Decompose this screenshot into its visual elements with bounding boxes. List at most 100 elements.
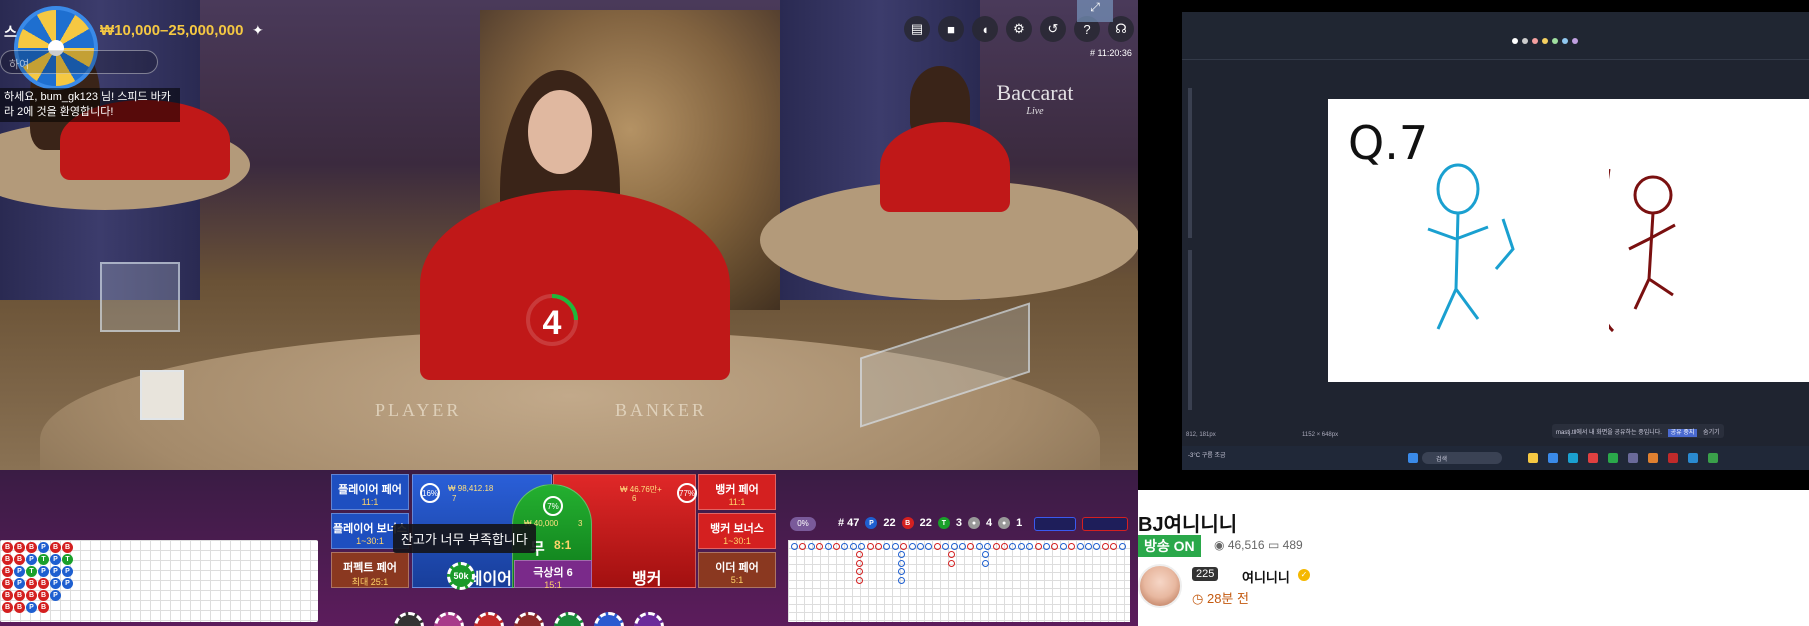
taskbar-app-icon-10[interactable] bbox=[1708, 453, 1718, 463]
banker-pair-bet[interactable]: 뱅커 페어 11:1 bbox=[698, 474, 776, 510]
road-ring bbox=[856, 568, 863, 576]
logo-text: Baccarat bbox=[996, 80, 1074, 105]
avatar[interactable] bbox=[1138, 564, 1182, 608]
comment-icon: ▭ bbox=[1268, 538, 1283, 552]
swatch-yellow[interactable] bbox=[1542, 38, 1548, 44]
volume-icon[interactable]: ◖ bbox=[972, 16, 998, 42]
chip-undo[interactable] bbox=[394, 612, 424, 626]
chip-5[interactable] bbox=[594, 612, 624, 626]
taskbar-app-icon-4[interactable] bbox=[1588, 453, 1598, 463]
selected-chip[interactable]: 50k bbox=[447, 562, 475, 590]
taskbar-app-icon-2[interactable] bbox=[1548, 453, 1558, 463]
swatch-blue[interactable] bbox=[1562, 38, 1568, 44]
road-ring bbox=[948, 551, 955, 559]
bead-road-cell: B bbox=[14, 554, 25, 565]
either-pair-label: 이더 페어 bbox=[715, 562, 759, 574]
road-ring bbox=[883, 543, 891, 550]
bead-road-cell: B bbox=[62, 542, 73, 553]
taskbar-app-icon-7[interactable] bbox=[1648, 453, 1658, 463]
card-shoe-left bbox=[100, 262, 180, 332]
road-ring bbox=[1034, 543, 1042, 550]
bead-road-cell: P bbox=[14, 578, 25, 589]
paint-canvas[interactable]: Q.7 bbox=[1328, 99, 1609, 382]
bead-road-cell bbox=[74, 578, 86, 590]
road-ring bbox=[1026, 543, 1034, 550]
bead-road-cell: P bbox=[62, 578, 73, 589]
taskbar-app-icon-1[interactable] bbox=[1528, 453, 1538, 463]
pin-icon[interactable]: ✦ bbox=[252, 22, 264, 39]
live-badge: 방송 ON bbox=[1138, 535, 1201, 557]
taskbar-app-icon-5[interactable] bbox=[1608, 453, 1618, 463]
swatch-green[interactable] bbox=[1552, 38, 1558, 44]
bet-limits: ₩10,000–25,000,000 bbox=[100, 22, 244, 39]
table-title: 스 bbox=[4, 24, 17, 40]
either-pair-bet[interactable]: 이더 페어 5:1 bbox=[698, 552, 776, 588]
swatch-pink[interactable] bbox=[1532, 38, 1538, 44]
taskbar-app-icon-8[interactable] bbox=[1668, 453, 1678, 463]
bead-road-cell: B bbox=[2, 542, 13, 553]
player-count: 7 bbox=[452, 494, 457, 503]
windows-taskbar: -3°C 구름 조금 검색 bbox=[1182, 446, 1809, 470]
player-amount: ₩ 98,412.18 bbox=[448, 484, 494, 493]
game-clock: # 11:20:36 bbox=[1090, 48, 1132, 58]
banker-bonus-bet[interactable]: 뱅커 보너스 1~30:1 bbox=[698, 513, 776, 549]
tie-count-icon: T bbox=[937, 517, 950, 529]
bead-road-cell: B bbox=[2, 554, 13, 565]
chat-icon[interactable]: ▤ bbox=[904, 16, 930, 42]
road-ring bbox=[1110, 543, 1118, 550]
player-pct: 16% bbox=[420, 483, 440, 503]
big-road bbox=[788, 540, 1130, 622]
bonus-wheel-icon[interactable] bbox=[14, 6, 98, 90]
taskbar-app-icon-6[interactable] bbox=[1628, 453, 1638, 463]
swatch-purple[interactable] bbox=[1572, 38, 1578, 44]
banker-bonus-odds: 1~30:1 bbox=[723, 536, 751, 546]
road-ring bbox=[982, 551, 989, 559]
paint-app: Q.7 mastj.tll에서 내 화면을 공유하는 중입니다. 공유 중지 숨… bbox=[1182, 12, 1809, 470]
taskbar-app-icon-9[interactable] bbox=[1688, 453, 1698, 463]
expand-icon[interactable]: ⤢ bbox=[1077, 0, 1113, 22]
zoom-slider[interactable] bbox=[1188, 88, 1192, 238]
road-ring bbox=[824, 543, 832, 550]
perfect-pair-bet[interactable]: 퍼펙트 페어 최대 25:1 bbox=[331, 552, 409, 588]
camera-icon[interactable]: ■ bbox=[938, 16, 964, 42]
perfect-pair-odds: 최대 25:1 bbox=[351, 577, 389, 587]
player-predict-button[interactable] bbox=[1034, 517, 1076, 531]
stats-pct: 0% bbox=[790, 517, 816, 531]
gear-icon[interactable]: ⚙ bbox=[1006, 16, 1032, 42]
super6-bet[interactable]: 극상의 6 15:1 bbox=[514, 560, 592, 590]
logo-sub: Live bbox=[1026, 106, 1044, 117]
chip-2[interactable] bbox=[474, 612, 504, 626]
size-slider[interactable] bbox=[1188, 250, 1192, 410]
stats-tie: 3 bbox=[955, 517, 963, 529]
baccarat-live-logo: Baccarat Live bbox=[990, 80, 1080, 117]
bead-road-cell bbox=[50, 602, 62, 614]
road-ring bbox=[1101, 543, 1109, 550]
swatch-white[interactable] bbox=[1512, 38, 1518, 44]
swatch-gray[interactable] bbox=[1522, 38, 1528, 44]
road-ring bbox=[917, 543, 924, 550]
chip-1[interactable] bbox=[434, 612, 464, 626]
road-ring bbox=[1059, 543, 1067, 550]
bead-road-cell: P bbox=[26, 602, 37, 613]
taskbar-search[interactable]: 검색 bbox=[1422, 452, 1502, 464]
player-pair-bet[interactable]: 플레이어 페어 11:1 bbox=[331, 474, 409, 510]
chip-4[interactable] bbox=[554, 612, 584, 626]
banker-pair-odds: 11:1 bbox=[728, 497, 746, 507]
chip-3[interactable] bbox=[514, 612, 544, 626]
history-icon[interactable]: ↺ bbox=[1040, 16, 1066, 42]
road-ring bbox=[925, 543, 933, 550]
road-ring bbox=[866, 543, 874, 550]
chat-input[interactable]: 하여 bbox=[0, 50, 158, 74]
streamer-title[interactable]: BJ여니니니 bbox=[1138, 508, 1237, 537]
taskbar-app-icon-3[interactable] bbox=[1568, 453, 1578, 463]
bead-road-cell bbox=[74, 590, 86, 602]
road-ring bbox=[1118, 543, 1126, 550]
road-ring bbox=[841, 543, 849, 550]
baccarat-game: PLAYER BANKER Baccarat Live 4 스 ₩10,000–… bbox=[0, 0, 1138, 626]
chip-6[interactable] bbox=[634, 612, 664, 626]
viewer-count-value: 46,516 bbox=[1227, 538, 1265, 552]
banker-predict-button[interactable] bbox=[1082, 517, 1128, 531]
windows-start-icon[interactable] bbox=[1408, 453, 1418, 463]
streamer-nickname[interactable]: 여니니니 bbox=[1242, 567, 1290, 586]
bead-road: BBBPBBBBPTPTBPTPPPBPBBPPBBBBPBBPB bbox=[0, 540, 318, 622]
